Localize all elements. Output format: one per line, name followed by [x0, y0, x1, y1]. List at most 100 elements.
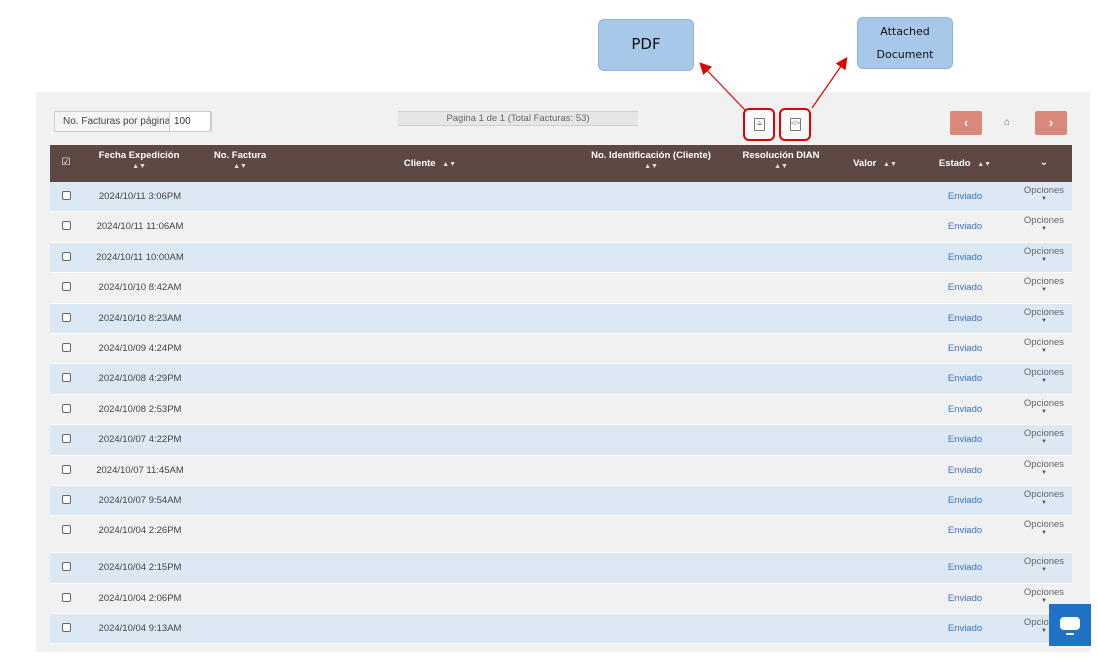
row-checkbox[interactable]	[62, 342, 71, 352]
row-checkbox[interactable]	[62, 282, 71, 292]
per-page-input[interactable]	[169, 111, 211, 132]
header-resolucion[interactable]: Resolución DIAN ▲▼	[736, 150, 826, 171]
select-all-checkbox-icon[interactable]: ☑	[60, 157, 72, 169]
row-opciones-dropdown[interactable]: Opciones ▼	[1016, 587, 1072, 605]
table-row[interactable]: 2024/10/09 4:24PM Enviado Opciones ▼	[50, 333, 1072, 365]
row-opciones-dropdown[interactable]: Opciones ▼	[1016, 246, 1072, 264]
row-estado-link[interactable]: Enviado	[930, 404, 1000, 415]
row-checkbox[interactable]	[62, 251, 71, 261]
row-estado-link[interactable]: Enviado	[930, 282, 1000, 293]
table-row[interactable]: 2024/10/07 11:45AM Enviado Opciones ▼	[50, 455, 1072, 486]
home-icon[interactable]: ⌂	[1004, 117, 1010, 128]
row-checkbox[interactable]	[62, 373, 71, 383]
row-opciones-dropdown[interactable]: Opciones ▼	[1016, 398, 1072, 416]
header-estado-label: Estado	[938, 158, 971, 169]
header-factura[interactable]: No. Factura ▲▼	[200, 150, 280, 171]
table-row[interactable]: 2024/10/11 11:06AM Enviado Opciones ▼	[50, 212, 1072, 243]
table-row[interactable]: 2024/10/07 4:22PM Enviado Opciones ▼	[50, 425, 1072, 456]
row-checkbox[interactable]	[62, 562, 71, 572]
chat-button[interactable]	[1049, 604, 1091, 646]
row-checkbox[interactable]	[62, 494, 71, 504]
table-row[interactable]: 2024/10/04 2:06PM Enviado Opciones ▼	[50, 583, 1072, 615]
opciones-label: Opciones	[1023, 428, 1065, 440]
attached-callout-line2: Document	[876, 48, 934, 61]
row-opciones-dropdown[interactable]: Opciones ▼	[1016, 429, 1072, 446]
code-file-icon: </>	[790, 118, 801, 131]
download-attached-document-button[interactable]: </>	[779, 108, 811, 141]
row-checkbox[interactable]	[62, 434, 71, 444]
next-page-button[interactable]: ›	[1035, 111, 1067, 135]
row-checkbox[interactable]	[62, 525, 71, 535]
table-row[interactable]: 2024/10/10 8:42AM Enviado Opciones ▼	[50, 273, 1072, 304]
table-row[interactable]: 2024/10/04 2:15PM Enviado Opciones ▼	[50, 553, 1072, 584]
row-opciones-dropdown[interactable]: Opciones ▼	[1016, 557, 1072, 574]
row-fecha: 2024/10/07 11:45AM	[96, 464, 184, 476]
table-row[interactable]: 2024/10/08 2:53PM Enviado Opciones ▼	[50, 394, 1072, 426]
row-estado-link[interactable]: Enviado	[930, 221, 1000, 232]
row-estado-link[interactable]: Enviado	[930, 313, 1000, 324]
header-estado[interactable]: Estado ▲▼	[930, 158, 1000, 170]
row-opciones-dropdown[interactable]: Opciones ▼	[1016, 520, 1072, 537]
header-valor[interactable]: Valor ▲▼	[840, 158, 910, 170]
row-checkbox[interactable]	[62, 221, 71, 231]
header-identificacion-label: No. Identificación (Cliente)	[591, 150, 711, 161]
caret-down-icon: ▼	[1041, 439, 1047, 446]
caret-down-icon: ▼	[1041, 469, 1047, 476]
table-row[interactable]: 2024/10/07 9:54AM Enviado Opciones ▼	[50, 485, 1072, 517]
table-row[interactable]: 2024/10/04 2:26PM Enviado Opciones ▼	[50, 516, 1072, 554]
row-estado-link[interactable]: Enviado	[930, 495, 1000, 506]
row-opciones-dropdown[interactable]: Opciones ▼	[1016, 489, 1072, 507]
row-estado-link[interactable]: Enviado	[930, 525, 1000, 536]
row-checkbox[interactable]	[62, 592, 71, 602]
row-estado-link[interactable]: Enviado	[930, 623, 1000, 634]
row-opciones-dropdown[interactable]: Opciones ▼	[1016, 216, 1072, 233]
row-checkbox[interactable]	[62, 464, 71, 474]
header-identificacion[interactable]: No. Identificación (Cliente) ▲▼	[586, 150, 716, 171]
row-checkbox[interactable]	[62, 312, 71, 322]
row-checkbox[interactable]	[62, 623, 71, 633]
row-opciones-dropdown[interactable]: Opciones ▼	[1016, 368, 1072, 385]
pdf-file-icon: ⟁	[754, 118, 765, 131]
opciones-label: Opciones	[1023, 306, 1065, 318]
row-estado-link[interactable]: Enviado	[930, 562, 1000, 573]
row-background	[218, 553, 914, 583]
header-resolucion-label: Resolución DIAN	[742, 150, 820, 161]
row-opciones-dropdown[interactable]: Opciones ▼	[1016, 306, 1072, 325]
row-estado-link[interactable]: Enviado	[930, 593, 1000, 604]
caret-down-icon: ▼	[1041, 317, 1047, 324]
row-checkbox[interactable]	[62, 403, 71, 413]
table-row[interactable]: 2024/10/10 8:23AM Enviado Opciones ▼	[50, 303, 1072, 334]
row-estado-link[interactable]: Enviado	[930, 373, 1000, 384]
download-pdf-button[interactable]: ⟁	[743, 108, 775, 141]
row-opciones-dropdown[interactable]: Opciones ▼	[1016, 186, 1072, 203]
row-estado-link[interactable]: Enviado	[930, 465, 1000, 476]
caret-down-icon: ▼	[1041, 196, 1047, 202]
row-estado-link[interactable]: Enviado	[930, 252, 1000, 263]
chevron-down-circle-icon[interactable]: ⌄	[1034, 157, 1054, 169]
row-fecha: 2024/10/11 11:06AM	[96, 221, 184, 233]
header-fecha[interactable]: Fecha Expedición ▲▼	[94, 150, 184, 171]
pdf-callout-text: PDF	[631, 35, 661, 53]
table-row[interactable]: 2024/10/11 3:06PM Enviado Opciones ▼	[50, 182, 1072, 213]
row-estado-link[interactable]: Enviado	[930, 191, 1000, 202]
table-row[interactable]: 2024/10/04 9:13AM Enviado Opciones ▼	[50, 614, 1072, 645]
row-estado-link[interactable]: Enviado	[930, 343, 1000, 354]
previous-page-button[interactable]: ‹	[950, 111, 982, 135]
row-opciones-dropdown[interactable]: Opciones ▼	[1016, 277, 1072, 294]
row-fecha: 2024/10/11 3:06PM	[98, 191, 182, 202]
chevron-right-icon: ›	[1048, 115, 1054, 130]
row-opciones-dropdown[interactable]: Opciones ▼	[1016, 337, 1072, 355]
row-estado-link[interactable]: Enviado	[930, 434, 1000, 445]
opciones-label: Opciones	[1023, 458, 1065, 470]
caret-down-icon: ▼	[1041, 530, 1047, 537]
caret-down-icon: ▼	[1041, 256, 1047, 263]
row-checkbox[interactable]	[62, 191, 71, 200]
row-fecha: 2024/10/08 2:53PM	[98, 403, 182, 415]
row-fecha: 2024/10/04 2:15PM	[98, 562, 182, 574]
row-opciones-dropdown[interactable]: Opciones ▼	[1016, 458, 1072, 477]
table-row[interactable]: 2024/10/11 10:00AM Enviado Opciones ▼	[50, 242, 1072, 274]
opciones-label: Opciones	[1023, 519, 1065, 531]
header-cliente[interactable]: Cliente ▲▼	[380, 158, 480, 170]
table-row[interactable]: 2024/10/08 4:29PM Enviado Opciones ▼	[50, 364, 1072, 395]
per-page-control: No. Facturas por página	[54, 111, 212, 132]
